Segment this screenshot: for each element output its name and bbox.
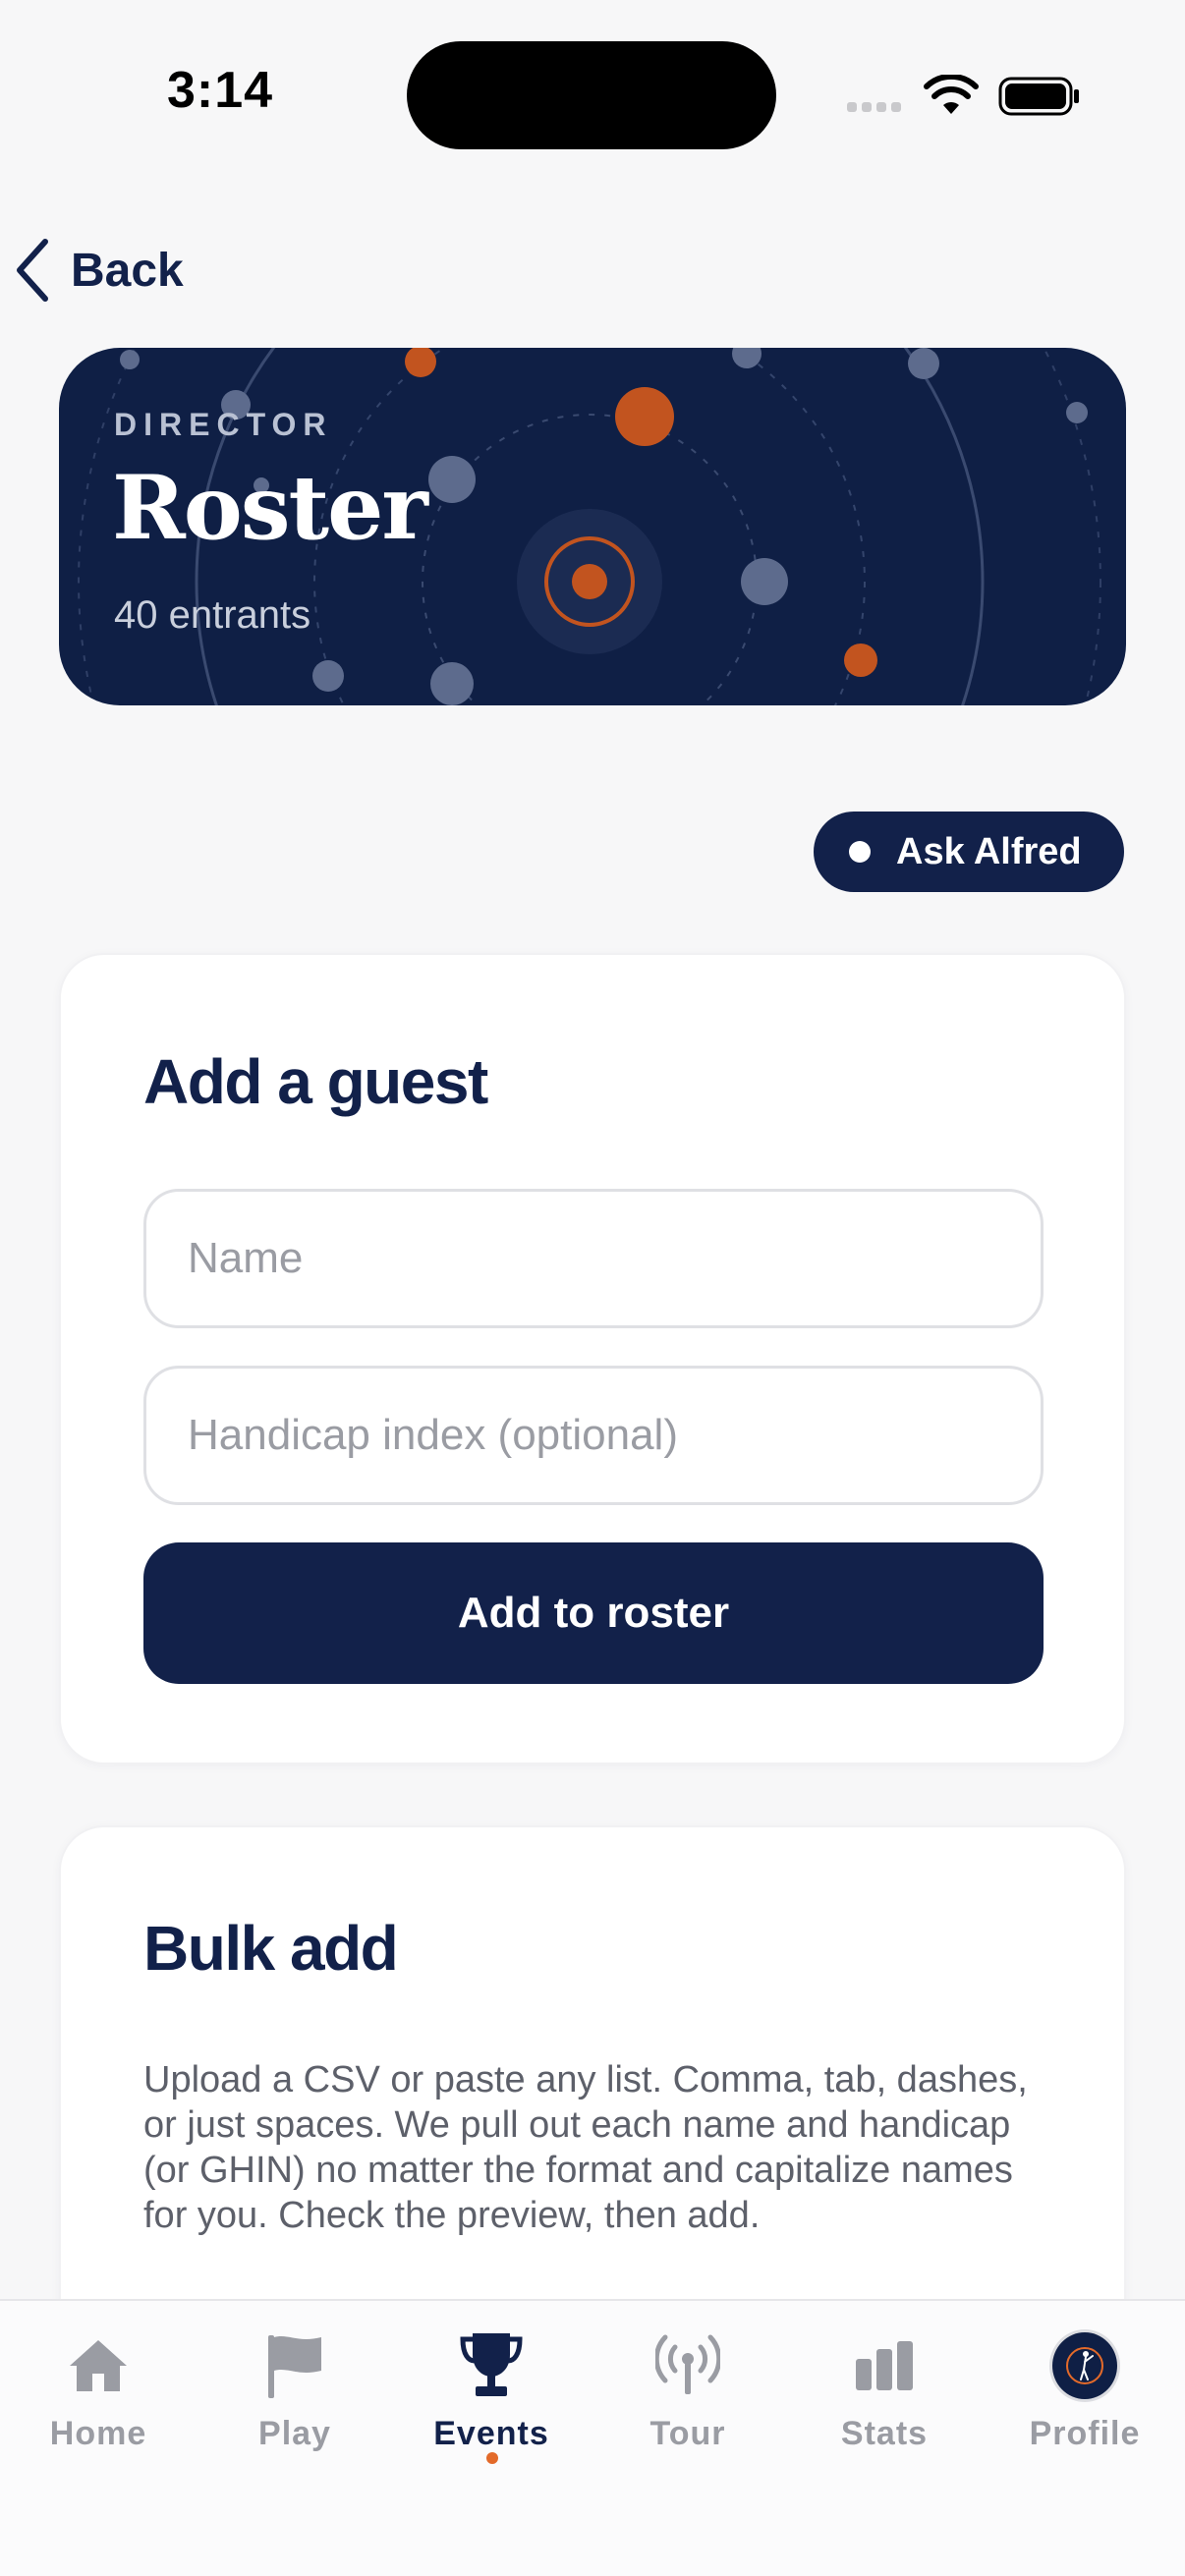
broadcast-icon xyxy=(655,2334,720,2394)
guest-name-input[interactable] xyxy=(146,1192,1041,1325)
add-to-roster-button[interactable]: Add to roster xyxy=(143,1542,1044,1684)
ask-alfred-label: Ask Alfred xyxy=(896,830,1082,872)
back-label: Back xyxy=(71,244,184,297)
hero-eyebrow: DIRECTOR xyxy=(114,407,333,442)
add-guest-card: Add a guest Add to roster xyxy=(59,953,1126,1764)
entrant-count: 40 entrants xyxy=(114,593,311,637)
tab-stats[interactable]: Stats xyxy=(786,2330,983,2488)
status-time: 3:14 xyxy=(167,62,274,119)
status-bar: 3:14 xyxy=(0,0,1185,187)
tab-events-label: Events xyxy=(433,2415,549,2452)
tab-tour[interactable]: Tour xyxy=(590,2330,786,2488)
wifi-icon xyxy=(924,75,979,114)
bar-chart-icon xyxy=(856,2341,913,2390)
tab-tour-label: Tour xyxy=(649,2415,726,2452)
chevron-left-icon xyxy=(17,239,48,302)
tab-bar: Home Play Events Tour Stats Profile xyxy=(0,2299,1185,2576)
guest-name-field[interactable] xyxy=(143,1189,1044,1328)
tab-play[interactable]: Play xyxy=(197,2330,393,2488)
bulk-add-description: Upload a CSV or paste any list. Comma, t… xyxy=(143,2059,1028,2236)
battery-icon xyxy=(998,77,1079,116)
handicap-index-field[interactable] xyxy=(143,1366,1044,1505)
bulk-add-heading: Bulk add xyxy=(143,1913,399,1984)
page-title: Roster xyxy=(112,456,428,560)
avatar xyxy=(1049,2329,1120,2402)
golfer-logo-icon xyxy=(1066,2347,1103,2384)
add-guest-heading: Add a guest xyxy=(143,1046,488,1117)
ask-alfred-button[interactable]: Ask Alfred xyxy=(814,812,1124,892)
tab-home-label: Home xyxy=(49,2415,147,2452)
active-tab-indicator xyxy=(486,2452,498,2464)
trophy-icon xyxy=(460,2333,523,2396)
tab-home[interactable]: Home xyxy=(0,2330,197,2488)
dynamic-island xyxy=(407,41,776,149)
add-to-roster-label: Add to roster xyxy=(457,1589,730,1637)
back-button[interactable]: Back xyxy=(12,236,184,305)
roster-hero-banner: DIRECTOR Roster 40 entrants xyxy=(59,348,1126,705)
dot-icon xyxy=(849,841,871,863)
home-icon xyxy=(70,2340,127,2391)
tab-play-label: Play xyxy=(258,2415,331,2452)
tab-events[interactable]: Events xyxy=(393,2330,590,2488)
tab-stats-label: Stats xyxy=(840,2415,929,2452)
cellular-signal-icon xyxy=(847,102,901,112)
tab-profile[interactable]: Profile xyxy=(987,2329,1183,2488)
tab-profile-label: Profile xyxy=(1029,2415,1141,2452)
flag-icon xyxy=(268,2335,321,2398)
handicap-index-input[interactable] xyxy=(146,1369,1041,1502)
